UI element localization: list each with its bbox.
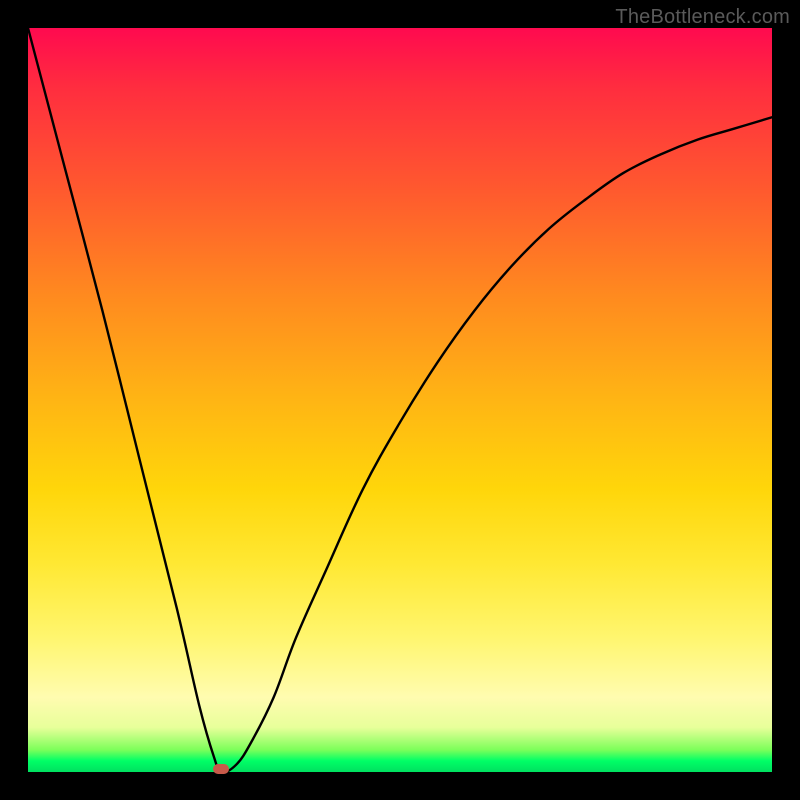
minimum-marker <box>213 764 229 774</box>
chart-frame: TheBottleneck.com <box>0 0 800 800</box>
watermark-text: TheBottleneck.com <box>615 6 790 29</box>
plot-area <box>28 28 772 772</box>
bottleneck-curve <box>28 28 772 772</box>
